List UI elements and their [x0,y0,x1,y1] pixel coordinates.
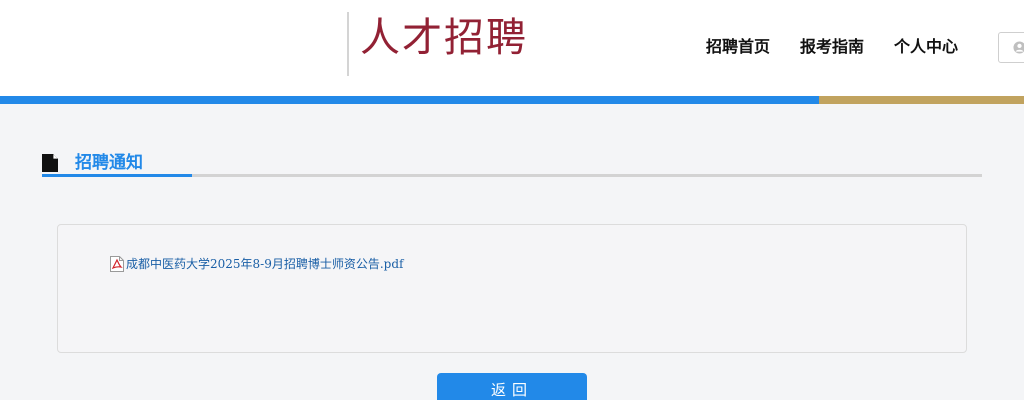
pdf-icon [110,256,124,272]
header-accent-bar-gold [819,96,1024,104]
nav-exam-guide[interactable]: 报考指南 [800,36,864,58]
site-header: 人才招聘 招聘首页 报考指南 个人中心 [0,0,1024,96]
notice-content-box [57,224,967,353]
user-login-box[interactable] [998,32,1024,63]
section-title: 招聘通知 [75,153,143,173]
back-button[interactable]: 返回 [437,373,587,400]
nav-personal-center[interactable]: 个人中心 [894,36,958,58]
section-underline-active [42,174,192,177]
logo-divider [347,12,349,76]
user-icon [1013,41,1024,54]
attachment-item[interactable]: 成都中医药大学2025年8-9月招聘博士师资公告.pdf [110,256,403,272]
nav-recruitment-home[interactable]: 招聘首页 [706,36,770,58]
site-logo-title[interactable]: 人才招聘 [360,14,528,62]
attachment-link[interactable]: 成都中医药大学2025年8-9月招聘博士师资公告.pdf [126,256,403,272]
document-icon [42,154,58,172]
header-accent-bar-blue [0,96,819,104]
